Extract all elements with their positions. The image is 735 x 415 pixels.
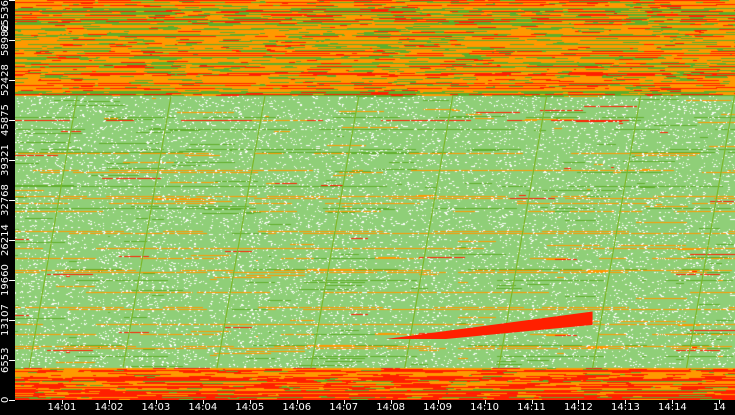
y-tick-label: 32768 (0, 184, 11, 216)
band-high-ports (15, 0, 735, 96)
x-tick-label: 14:04 (188, 402, 218, 413)
sweep-line (591, 95, 642, 369)
x-tick-label: 14:14 (657, 402, 687, 413)
sweep-line (685, 95, 735, 369)
x-tick-label: 14:09 (423, 402, 453, 413)
y-tick-label: 0 (0, 396, 11, 404)
x-tick-label: 14:07 (329, 402, 359, 413)
y-tick-label: 19660 (0, 264, 11, 296)
x-tick-label: 14:05 (235, 402, 265, 413)
x-tick-label: 14:06 (282, 402, 312, 413)
band-low-ports (15, 368, 735, 400)
sweep-line (404, 95, 454, 369)
x-tick-label: 14:03 (141, 402, 171, 413)
x-tick-label: 14:10 (470, 402, 499, 413)
x-tick-label: 14:08 (376, 402, 406, 413)
y-tick-label: 26214 (0, 224, 11, 256)
y-tick-label: 65536 (0, 0, 11, 32)
x-tick-label: 14:02 (94, 402, 124, 413)
y-tick-label: 39321 (0, 144, 11, 176)
x-tick-label: 14:13 (611, 402, 640, 413)
y-tick-label: 52428 (0, 64, 11, 96)
y-tick-label: 45875 (0, 104, 11, 136)
x-tick-label: 14:11 (517, 402, 546, 413)
x-tick-label: 14 (712, 402, 726, 413)
heatmap-marks (15, 0, 735, 400)
scan-streak (385, 311, 593, 339)
sweep-line (122, 95, 172, 369)
sweep-line (28, 95, 78, 369)
y-tick-label: 13107 (0, 304, 11, 336)
sweep-line (310, 95, 360, 369)
sweep-line (216, 95, 266, 369)
x-tick-label: 14:01 (47, 402, 77, 413)
y-tick-label: 6553 (0, 347, 11, 373)
band-mid-ports (15, 96, 735, 368)
x-tick-label: 14:12 (564, 402, 593, 413)
